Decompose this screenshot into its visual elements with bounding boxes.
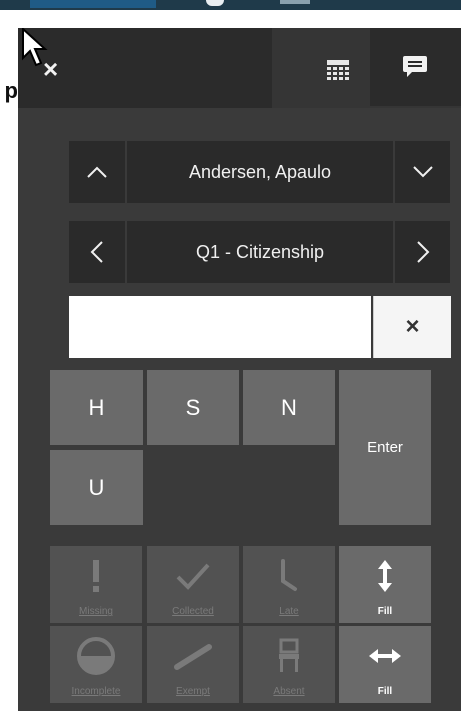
collected-button[interactable]: Collected — [147, 546, 239, 623]
chair-icon — [243, 634, 335, 678]
question-label: Q1 - Citizenship — [127, 221, 393, 283]
missing-button[interactable]: Missing — [50, 546, 142, 623]
arrow-left-right-icon — [339, 634, 431, 678]
key-u-button[interactable]: U — [50, 450, 143, 525]
chevron-up-icon — [87, 166, 107, 178]
next-question-button[interactable] — [395, 221, 450, 283]
missing-label: Missing — [79, 606, 113, 617]
fill-horizontal-label: Fill — [377, 686, 393, 697]
exempt-button[interactable]: Exempt — [147, 626, 239, 703]
app-indicator — [206, 0, 224, 6]
chevron-left-icon — [90, 241, 103, 263]
chevron-down-icon — [412, 166, 433, 178]
absent-button[interactable]: Absent — [243, 626, 335, 703]
chevron-right-icon — [416, 241, 429, 263]
background-text: p — [4, 78, 18, 103]
half-circle-icon — [50, 634, 142, 678]
enter-button[interactable]: Enter — [339, 370, 431, 525]
fill-vertical-button[interactable]: Fill — [339, 546, 431, 623]
previous-student-button[interactable] — [69, 141, 125, 203]
app-tab[interactable] — [30, 0, 156, 8]
absent-label: Absent — [273, 686, 305, 697]
late-button[interactable]: Late — [243, 546, 335, 623]
student-navigator: Andersen, Apaulo — [69, 141, 450, 203]
question-navigator: Q1 - Citizenship — [69, 221, 450, 283]
exempt-label: Exempt — [176, 686, 210, 697]
clear-input-button[interactable]: × — [373, 296, 451, 358]
key-n-button[interactable]: N — [243, 370, 335, 445]
collected-label: Collected — [172, 606, 214, 617]
clock-hand-icon — [243, 554, 335, 598]
key-s-button[interactable]: S — [147, 370, 239, 445]
score-entry: × — [69, 296, 451, 358]
comment-button[interactable] — [370, 28, 461, 106]
checkmark-icon — [147, 554, 239, 598]
exclamation-icon — [50, 554, 142, 598]
panel-header: × — [18, 28, 461, 108]
comment-icon — [403, 56, 427, 77]
late-label: Late — [279, 606, 299, 617]
next-student-button[interactable] — [395, 141, 450, 203]
arrow-up-down-icon — [339, 554, 431, 598]
fill-vertical-label: Fill — [377, 606, 393, 617]
incomplete-label: Incomplete — [71, 686, 121, 697]
slash-icon — [147, 634, 239, 678]
incomplete-button[interactable]: Incomplete — [50, 626, 142, 703]
mouse-pointer-icon — [22, 28, 48, 67]
calendar-grid-icon — [327, 60, 349, 80]
fill-horizontal-button[interactable]: Fill — [339, 626, 431, 703]
student-name: Andersen, Apaulo — [127, 141, 393, 203]
top-app-bar — [0, 0, 461, 10]
previous-question-button[interactable] — [69, 221, 125, 283]
app-bar-item — [280, 0, 310, 4]
grading-panel: × Andersen, Apaulo Q1 - Citizenship × H … — [18, 28, 461, 711]
score-input[interactable] — [69, 296, 371, 358]
key-h-button[interactable]: H — [50, 370, 143, 445]
